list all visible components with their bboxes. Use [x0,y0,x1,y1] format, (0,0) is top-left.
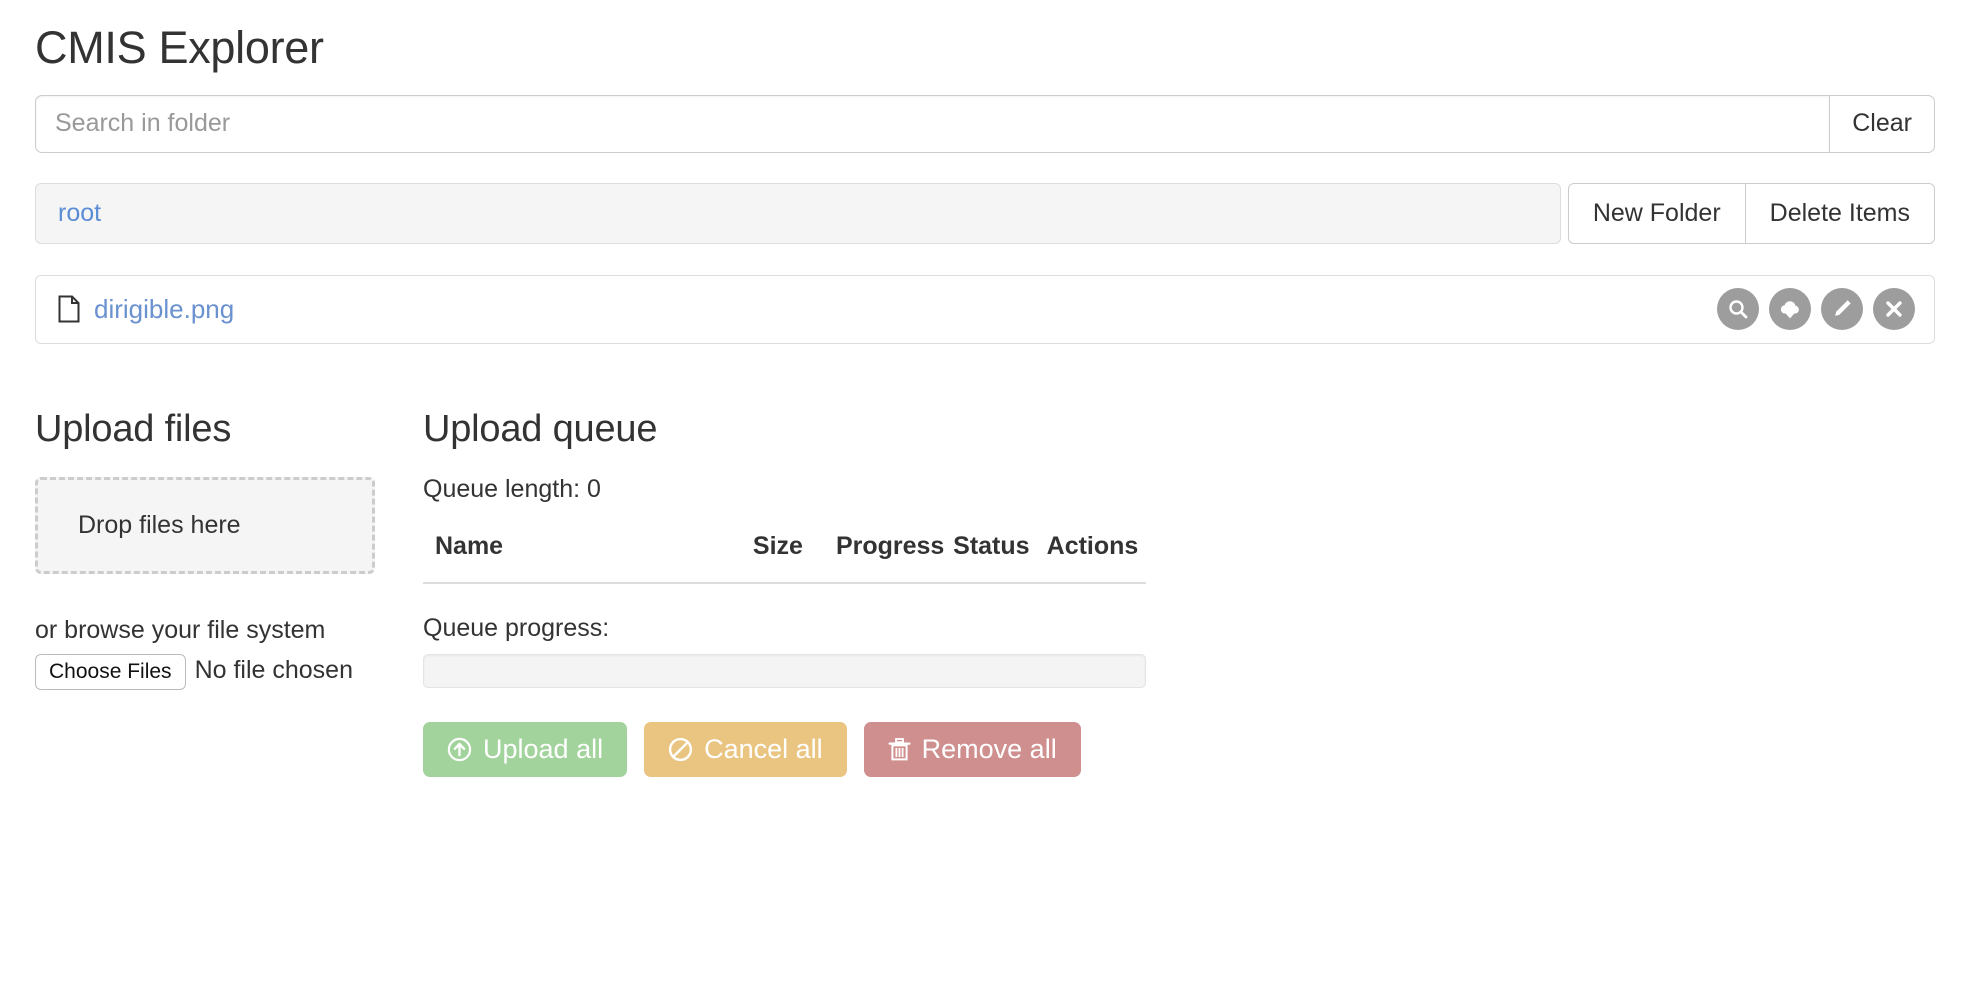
cancel-all-label: Cancel all [704,733,823,764]
cmis-explorer-page: CMIS Explorer Clear root New Folder Dele… [0,0,1970,994]
file-icon [58,295,80,323]
choose-files-button[interactable]: Choose Files [35,653,186,690]
delete-items-button[interactable]: Delete Items [1745,182,1935,244]
upload-all-label: Upload all [483,733,604,764]
column-header-progress: Progress [835,531,954,584]
table-row[interactable]: dirigible.png [36,276,1934,343]
upload-queue-title: Upload queue [423,407,658,450]
lower-section: Upload files Drop files here or browse y… [35,407,1935,777]
queue-progress-label: Queue progress: [423,613,610,642]
breadcrumb-item-root[interactable]: root [58,199,101,228]
search-input[interactable] [35,94,1830,153]
upload-files-panel: Upload files Drop files here or browse y… [35,407,415,777]
queue-progress-bar [423,653,1146,688]
close-icon [1884,299,1904,319]
delete-button[interactable] [1873,288,1915,331]
upload-all-button[interactable]: Upload all [423,721,628,777]
dropzone-label: Drop files here [78,510,241,539]
file-link[interactable]: dirigible.png [94,294,234,325]
clear-button[interactable]: Clear [1829,94,1935,153]
edit-button[interactable] [1821,288,1863,331]
column-header-actions: Actions [1046,531,1146,584]
breadcrumb-bar: root New Folder Delete Items [35,182,1935,244]
search-bar: Clear [35,94,1935,153]
column-header-size: Size [752,531,836,584]
breadcrumb: root [35,182,1561,244]
column-header-name: Name [423,531,753,584]
no-file-chosen-label: No file chosen [194,655,353,684]
trash-icon [888,737,911,762]
page-title: CMIS Explorer [35,22,324,73]
ban-icon [668,737,693,762]
file-input-row: Choose Files No file chosen [35,653,415,690]
queue-table: Name Size Progress Status Actions [423,531,1146,584]
upload-arrow-icon [447,737,472,762]
new-folder-button[interactable]: New Folder [1567,182,1746,244]
cloud-download-icon [1778,298,1802,320]
pencil-icon [1831,298,1853,320]
column-header-status: Status [953,531,1047,584]
view-button[interactable] [1717,288,1759,331]
queue-table-header-row: Name Size Progress Status Actions [423,531,1146,584]
dropzone[interactable]: Drop files here [35,476,375,574]
remove-all-button[interactable]: Remove all [863,721,1081,777]
queue-length-label: Queue length: 0 [423,474,601,503]
upload-files-title: Upload files [35,407,232,450]
folder-actions: New Folder Delete Items [1567,182,1935,244]
search-icon [1727,298,1749,320]
upload-queue-panel: Upload queue Queue length: 0 Name Size P… [415,407,1935,777]
cancel-all-button[interactable]: Cancel all [644,721,847,777]
download-button[interactable] [1769,288,1811,331]
file-list: dirigible.png [35,274,1935,344]
queue-buttons: Upload all Cancel all Remove all [423,721,1935,777]
remove-all-label: Remove all [921,733,1057,764]
row-actions [1717,288,1915,331]
browse-hint: or browse your file system [35,615,326,644]
file-name-cell: dirigible.png [58,294,1717,325]
